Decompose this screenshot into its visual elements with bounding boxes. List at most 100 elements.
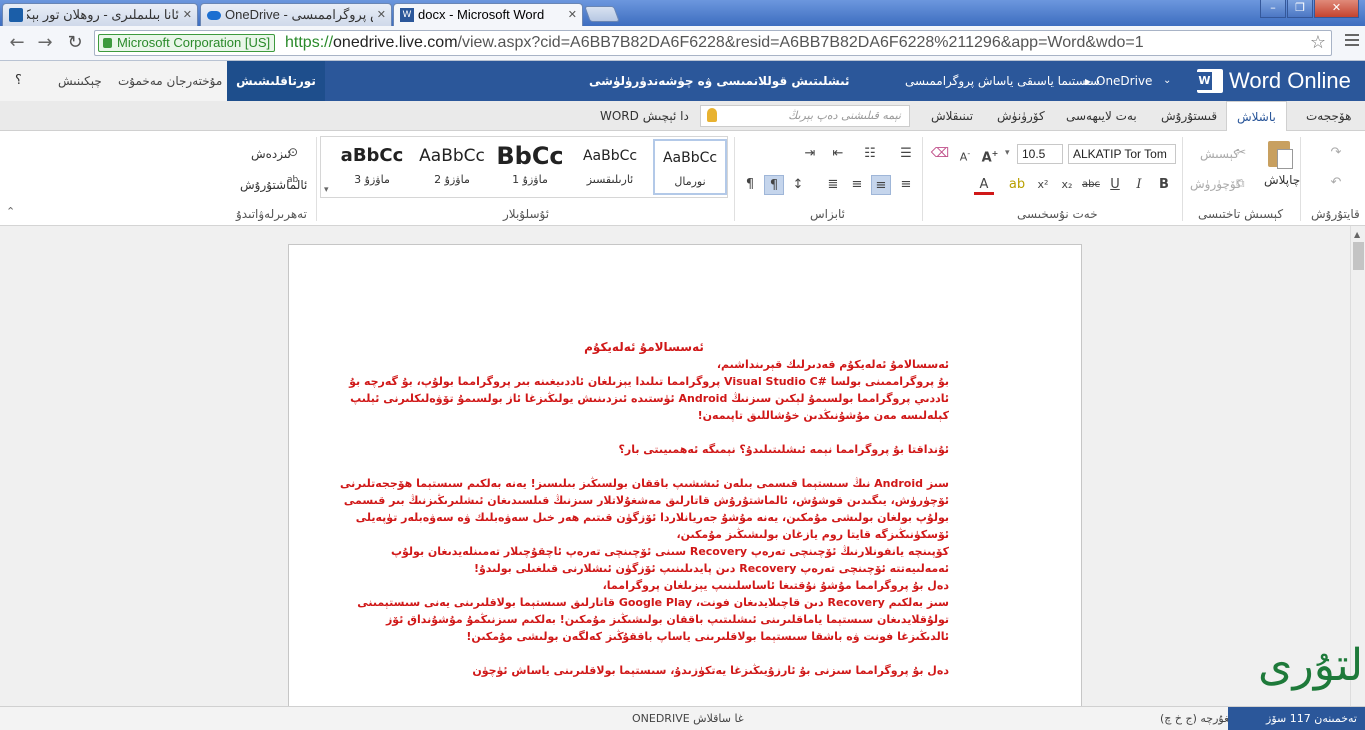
sign-out-link[interactable]: چېكىنىش [58, 61, 102, 101]
increase-indent-icon[interactable]: ⇥ [800, 144, 820, 164]
paste-button[interactable]: چاپلاش [1264, 173, 1300, 187]
doc-paragraph-line: ئاددىي پروگرامما بولسىمۇ لېكىن سىزنىڭ An… [350, 392, 949, 405]
tab-review[interactable]: تىنىقلاش [931, 101, 973, 131]
document-title[interactable]: ئىشلىتىش قوللانمىسى ۋە چۈشەندۈرۈلۈشى [589, 61, 850, 101]
bold-icon[interactable]: B [1154, 175, 1174, 195]
address-bar[interactable]: Microsoft Corporation [US] https://onedr… [94, 30, 1332, 56]
clear-format-icon[interactable]: ⌫ [930, 144, 950, 164]
breadcrumb-onedrive[interactable]: OneDrive [1096, 61, 1152, 101]
doc-paragraph-line: دەل بۇ پروگرامما سىزنى بۇ ئارزۇيىڭىزغا ي… [472, 664, 949, 677]
group-label-font: خەت نۇسخىسى [1017, 207, 1098, 221]
close-tab-icon[interactable]: ✕ [183, 4, 192, 25]
chevron-down-icon[interactable]: ⌄ [1163, 61, 1171, 101]
align-left-icon[interactable]: ≡ [896, 175, 916, 195]
browser-tab-2[interactable]: OneDrive - ئاش پروگراممىسى ✕ [200, 3, 392, 26]
browser-menu-icon[interactable] [1345, 34, 1359, 50]
font-size-box[interactable]: 10.5 [1017, 144, 1063, 164]
document-body[interactable]: ئەسسالامۇ ئەلەيكۇم ئەسسالامۇ ئەلەيكۇم قە… [339, 339, 949, 679]
undo-icon[interactable]: ↷ [1326, 143, 1346, 163]
collapse-ribbon-icon[interactable]: ⌃ [6, 205, 15, 218]
style-preview: aBbCc [340, 145, 404, 166]
font-color-icon[interactable]: A [974, 175, 994, 195]
tab-page-layout[interactable]: بەت لايىھەسى [1066, 101, 1137, 131]
style-no-spacing[interactable]: AaBbCc ئارىلىقسىز [573, 139, 647, 195]
cut-button[interactable]: كېسىش [1200, 147, 1239, 161]
app-name[interactable]: Word Online [1229, 61, 1351, 101]
align-right-icon[interactable]: ≡ [847, 175, 867, 195]
close-tab-icon[interactable]: ✕ [568, 4, 577, 25]
url-text[interactable]: https://onedrive.live.com/view.aspx?cid=… [285, 34, 1144, 52]
breadcrumb-folder[interactable]: سىستىما ياسىقى ياساش پروگراممىسى [905, 61, 1100, 101]
numbering-icon[interactable]: ☷ [860, 144, 880, 164]
tell-me-input[interactable]: نېمە قىلىشنى دەپ بېرىڭ [700, 105, 910, 127]
tab-view[interactable]: كۆرۈنۈش [997, 101, 1045, 131]
style-heading-1[interactable]: BbCc ماۋزۇ 1 [493, 139, 567, 195]
browser-tab-bar: ئانا بىلىملىرى - روھلان تور بېكىتى - ✕ O… [0, 0, 1365, 27]
minimize-button[interactable]: – [1260, 0, 1286, 18]
shrink-font-icon[interactable]: A- [955, 144, 975, 164]
tell-me-placeholder: نېمە قىلىشنى دەپ بېرىڭ [788, 109, 901, 122]
open-in-word-button[interactable]: WORD دا ئېچىش [600, 101, 689, 131]
subscript-icon[interactable]: x₂ [1057, 175, 1077, 195]
grow-font-icon[interactable]: A+ [980, 144, 1000, 165]
close-tab-icon[interactable]: ✕ [377, 4, 386, 25]
tab-title: docx - Microsoft Word [418, 7, 545, 22]
doc-paragraph-line: سىز بەلكىم Recovery دىن قاچىلايدىغان فون… [357, 596, 949, 609]
share-button[interactable]: تورتاقلىشىش [227, 61, 325, 101]
forward-arrow-icon[interactable]: → [34, 32, 56, 54]
doc-paragraph-line: كۆپىنچە يانفونلارنىڭ ئۆچىنچى تەرەپ Recov… [390, 545, 949, 558]
reload-icon[interactable]: ↻ [64, 32, 86, 54]
paste-icon[interactable] [1266, 137, 1296, 169]
binoculars-icon: ⊙ [288, 145, 299, 159]
italic-icon[interactable]: I [1129, 175, 1149, 195]
redo-icon[interactable]: ↶ [1326, 173, 1346, 193]
font-size-dropdown-icon[interactable]: ▾ [1005, 148, 1010, 158]
highlight-icon[interactable]: ab [1007, 175, 1027, 195]
bookmark-star-icon[interactable]: ☆ [1310, 32, 1326, 53]
back-arrow-icon[interactable]: ← [6, 32, 28, 54]
document-canvas[interactable]: ئەسسالامۇ ئەلەيكۇم ئەسسالامۇ ئەلەيكۇم قە… [0, 226, 1350, 724]
underline-icon[interactable]: U [1105, 175, 1125, 195]
tab-title: OneDrive - ئاش پروگراممىسى [225, 7, 373, 22]
styles-more-icon[interactable]: ▾ [324, 185, 329, 195]
copy-button[interactable]: كۆچۈرۈش [1190, 177, 1242, 191]
find-button[interactable]: ئىزدەش [251, 147, 291, 161]
style-normal[interactable]: AaBbCc نورمال [653, 139, 727, 195]
tab-file[interactable]: ھۆججەت [1306, 101, 1351, 131]
help-button[interactable]: ؟ [15, 61, 22, 101]
user-name[interactable]: مۇختەرجان مەخمۇت [118, 61, 222, 101]
superscript-icon[interactable]: x² [1033, 175, 1053, 195]
doc-paragraph-line: ئەمەلىيەتتە ئۆچىنچى تەرەپ Recovery دىن پ… [473, 562, 949, 575]
browser-tab-1[interactable]: ئانا بىلىملىرى - روھلان تور بېكىتى - ✕ [2, 3, 198, 26]
browser-tab-3[interactable]: W docx - Microsoft Word ✕ [393, 3, 583, 27]
rtl-direction-icon[interactable]: ¶ [764, 175, 784, 195]
breadcrumb-sep: ▸ [1085, 74, 1092, 88]
tab-home[interactable]: باشلاش [1226, 101, 1287, 132]
group-label-paragraph: ئابزاس [810, 207, 845, 221]
line-spacing-icon[interactable]: ↕ [788, 175, 808, 195]
replace-icon: ab [287, 175, 299, 185]
style-heading-2[interactable]: AaBbCc ماۋزۇ 2 [415, 139, 489, 195]
align-center-icon[interactable]: ≡ [871, 175, 891, 195]
scissors-icon: ✂ [1236, 145, 1247, 159]
url-path: /view.aspx?cid=A6BB7B82DA6F6228&resid=A6… [457, 34, 1144, 51]
bullets-icon[interactable]: ☰ [896, 144, 916, 164]
font-name-box[interactable]: ALKATIP Tor Tom [1068, 144, 1176, 164]
scrollbar-thumb[interactable] [1353, 242, 1364, 270]
maximize-button[interactable]: ❐ [1287, 0, 1313, 18]
scroll-up-icon[interactable]: ▲ [1354, 230, 1360, 239]
ev-certificate-badge[interactable]: Microsoft Corporation [US] [98, 34, 276, 52]
tab-insert[interactable]: قىستۇرۇش [1161, 101, 1217, 131]
new-tab-button[interactable] [584, 6, 620, 22]
close-window-button[interactable]: ✕ [1314, 0, 1359, 18]
document-page[interactable]: ئەسسالامۇ ئەلەيكۇم ئەسسالامۇ ئەلەيكۇم قە… [288, 244, 1082, 724]
strikethrough-icon[interactable]: abc [1081, 175, 1101, 195]
style-heading-3[interactable]: aBbCc ماۋزۇ 3 [335, 139, 409, 195]
ltr-direction-icon[interactable]: ¶ [740, 175, 760, 195]
word-doc-icon: W [400, 8, 414, 22]
decrease-indent-icon[interactable]: ⇤ [828, 144, 848, 164]
justify-icon[interactable]: ≣ [823, 175, 843, 195]
style-name: ماۋزۇ 2 [434, 173, 470, 186]
url-scheme: https:// [285, 34, 334, 51]
doc-paragraph-line: تولۇقلايدىغان سىستېما ياماقلىرىنى ئىشلىت… [385, 613, 949, 626]
